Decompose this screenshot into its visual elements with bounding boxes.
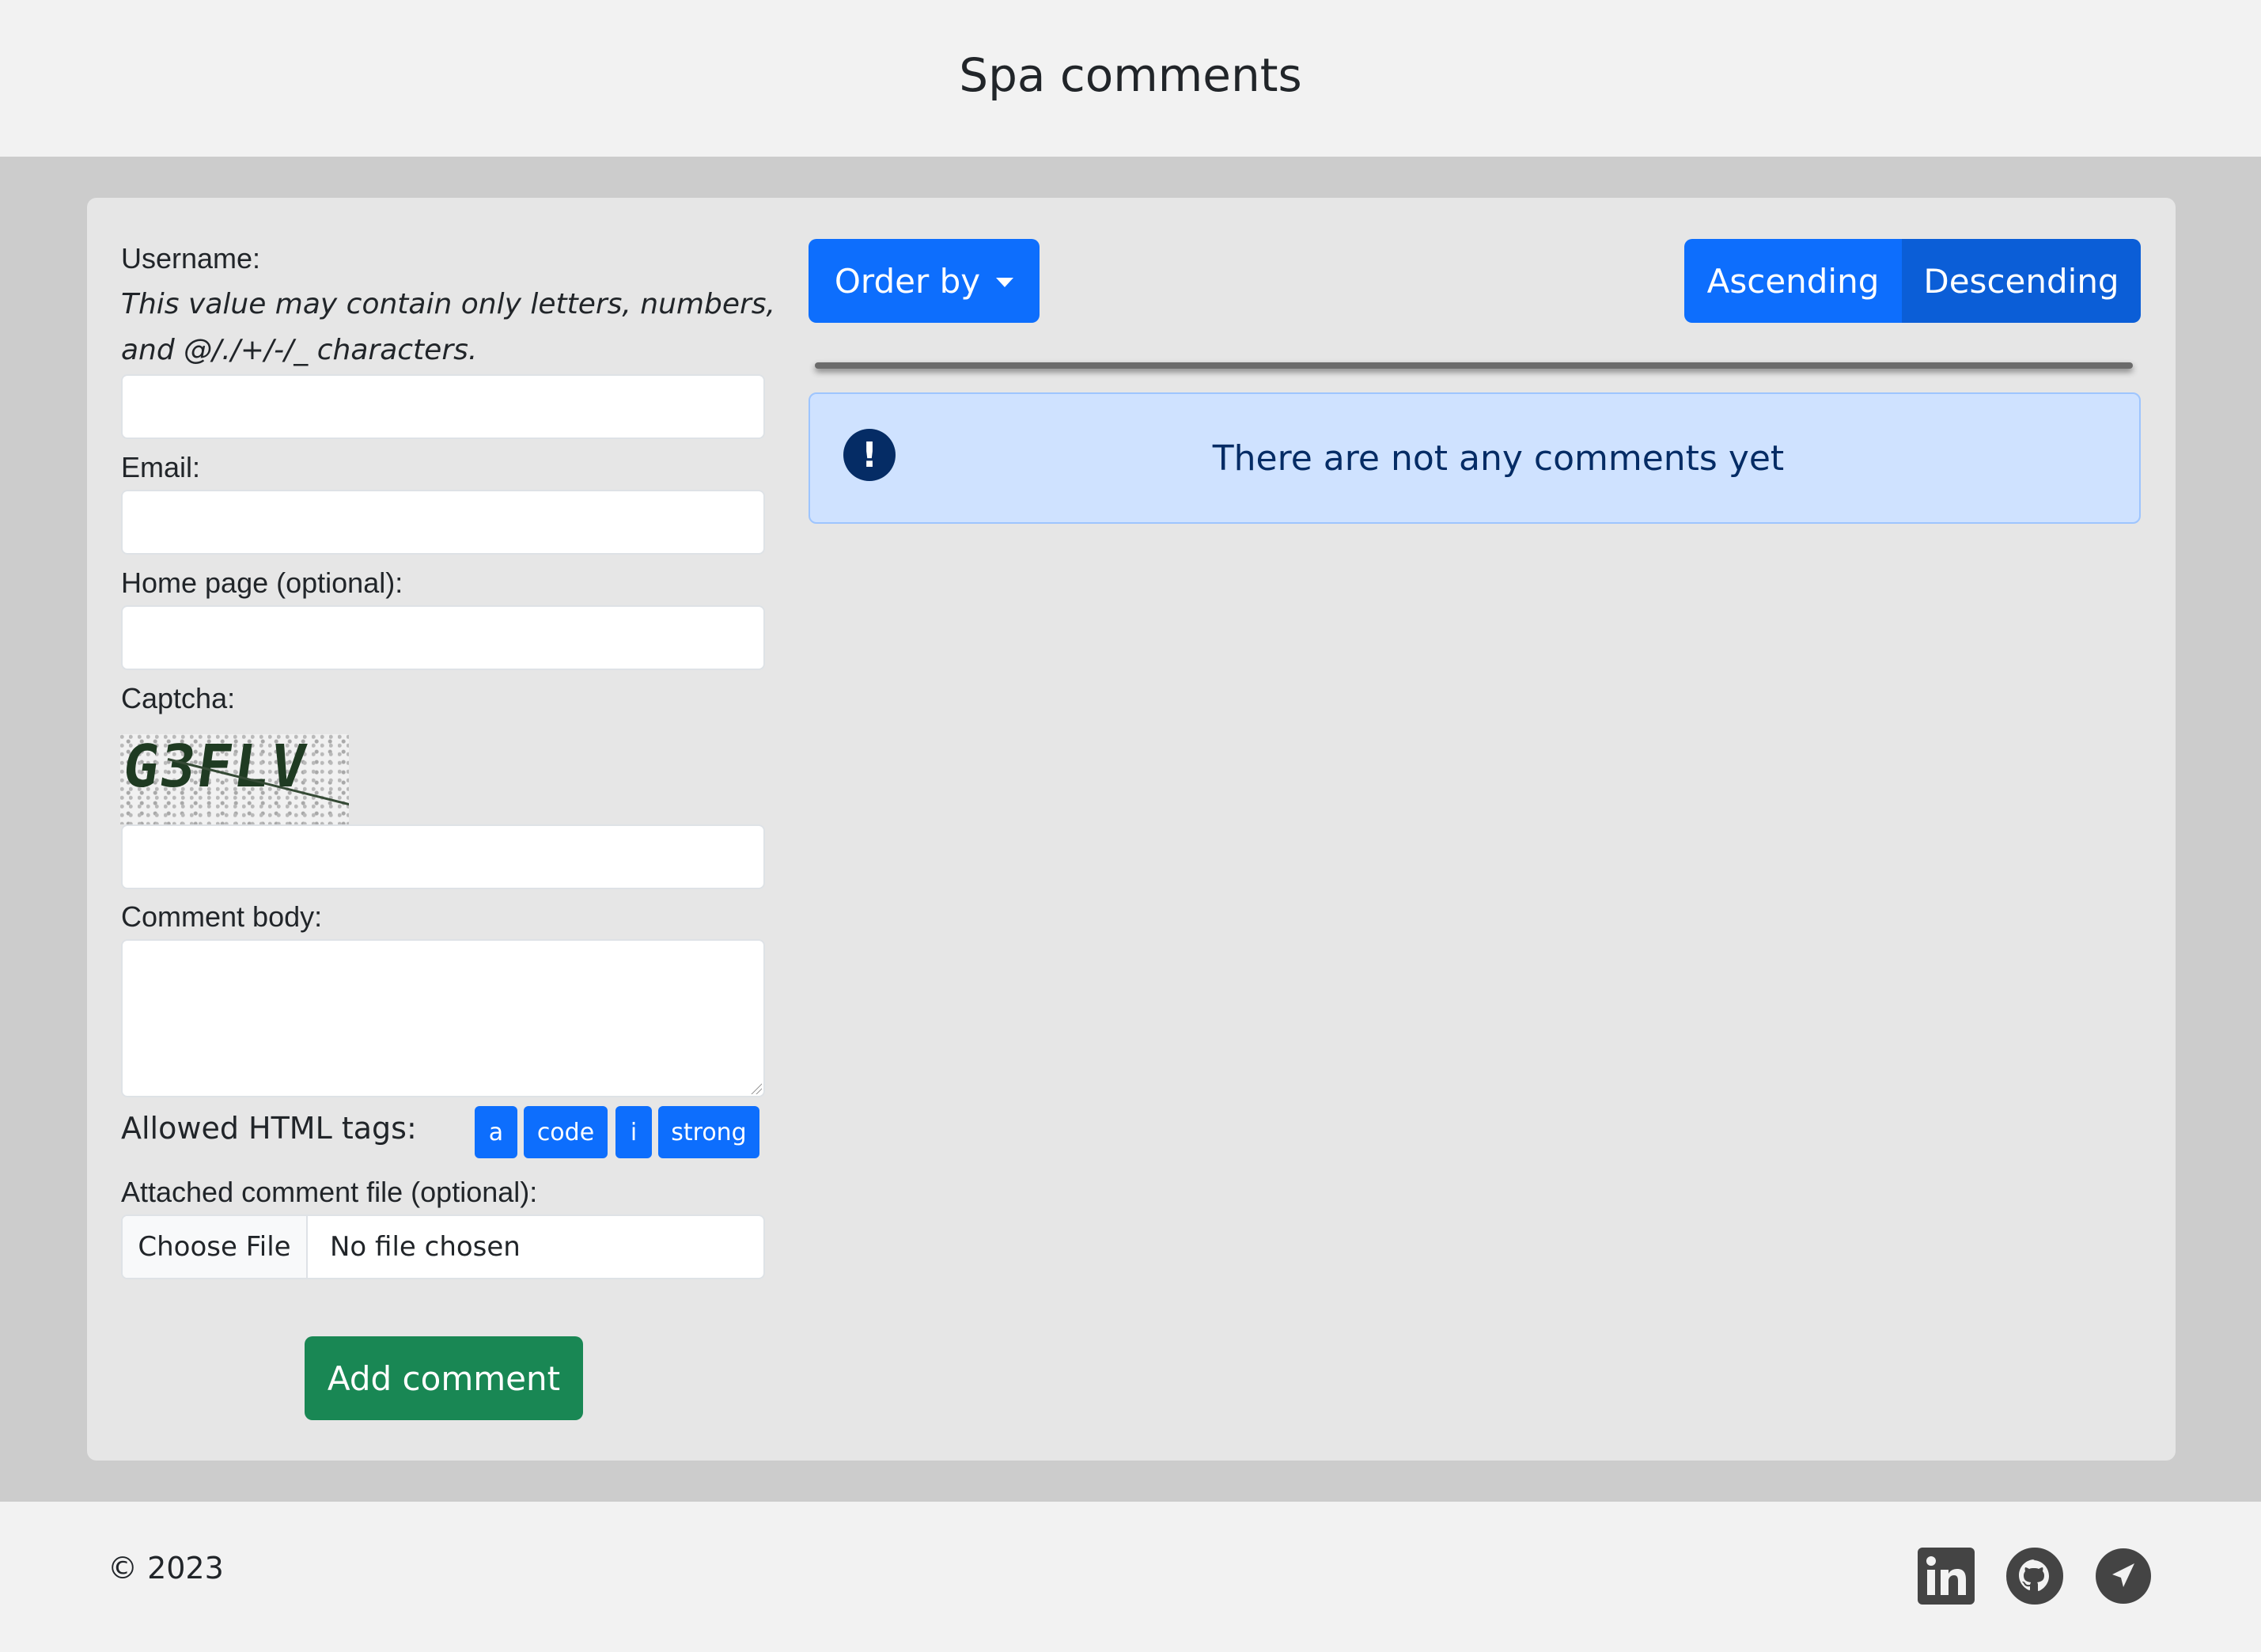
sort-direction-group: Ascending Descending (1684, 239, 2141, 323)
homepage-label: Home page (optional): (121, 566, 403, 599)
captcha-image-text: G3FLV (120, 734, 312, 801)
tag-button-code[interactable]: code (524, 1106, 608, 1158)
file-label: Attached comment file (optional): (121, 1176, 538, 1208)
sort-descending-button[interactable]: Descending (1902, 239, 2141, 323)
username-input[interactable] (121, 374, 765, 439)
divider (815, 362, 2133, 369)
sort-ascending-button[interactable]: Ascending (1684, 239, 1902, 323)
page-header: Spa comments (0, 0, 2261, 157)
add-comment-button[interactable]: Add comment (305, 1336, 583, 1420)
username-label: Username: (121, 242, 261, 275)
email-input[interactable] (121, 490, 765, 555)
resize-handle[interactable] (751, 1083, 762, 1094)
order-by-dropdown[interactable]: Order by (809, 239, 1040, 323)
empty-comments-alert: ! There are not any comments yet (809, 392, 2141, 524)
tag-button-a[interactable]: a (475, 1106, 517, 1158)
email-label: Email: (121, 451, 201, 483)
empty-comments-message: There are not any comments yet (1212, 438, 1785, 479)
tag-button-i[interactable]: i (615, 1106, 652, 1158)
captcha-input[interactable] (121, 824, 765, 889)
captcha-label: Captcha: (121, 682, 236, 714)
tag-button-strong[interactable]: strong (658, 1106, 759, 1158)
order-by-label: Order by (834, 261, 981, 301)
homepage-input[interactable] (121, 605, 765, 670)
copyright: © 2023 (108, 1551, 224, 1586)
allowed-tags-label: Allowed HTML tags: (121, 1111, 417, 1146)
username-hint: This value may contain only letters, num… (121, 288, 775, 366)
comment-body-textarea[interactable] (121, 939, 765, 1097)
captcha-image: G3FLV (120, 734, 349, 824)
file-input[interactable]: Choose File No file chosen (121, 1214, 765, 1279)
github-icon[interactable] (2006, 1548, 2063, 1605)
page-footer: © 2023 (0, 1502, 2261, 1652)
caret-down-icon (996, 278, 1014, 287)
comment-body-label: Comment body: (121, 900, 323, 933)
page-title: Spa comments (959, 48, 1302, 102)
linkedin-icon[interactable] (1918, 1548, 1975, 1605)
choose-file-button[interactable]: Choose File (123, 1216, 308, 1278)
telegram-icon[interactable] (2095, 1548, 2152, 1605)
file-status: No file chosen (330, 1231, 521, 1263)
